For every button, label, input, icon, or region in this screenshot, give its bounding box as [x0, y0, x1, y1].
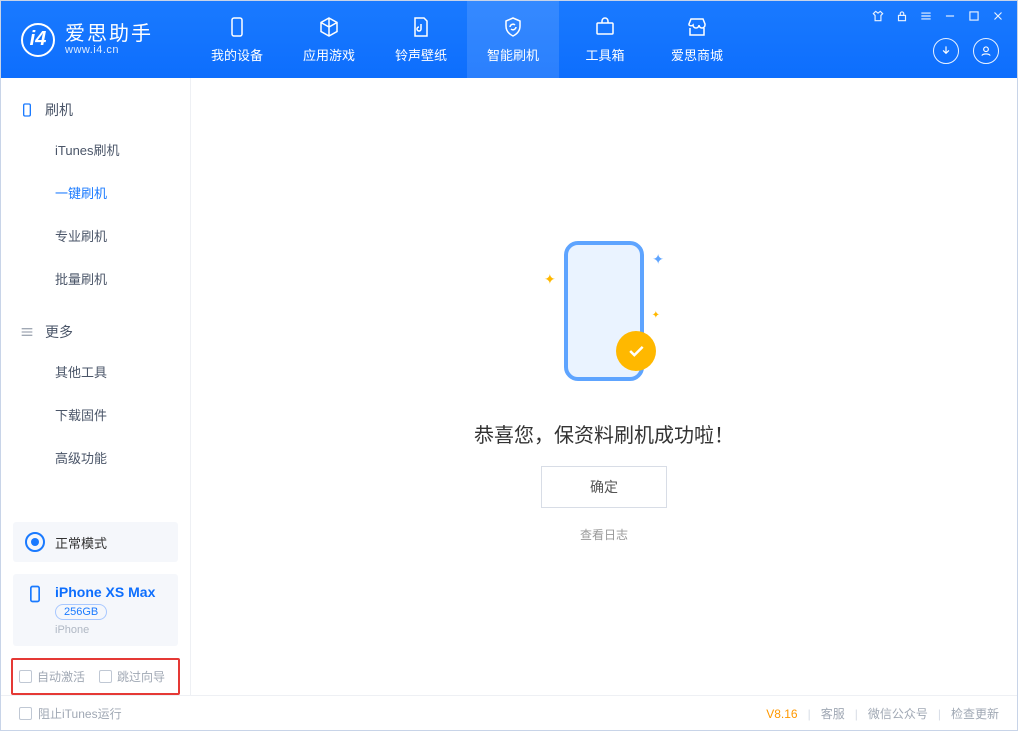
footer-block-itunes[interactable]: 阻止iTunes运行 — [19, 705, 122, 722]
checkbox-label: 跳过向导 — [117, 668, 165, 685]
sidebar: 刷机 iTunes刷机 一键刷机 专业刷机 批量刷机 更多 其他工具 下载固件 … — [1, 78, 191, 695]
mode-label: 正常模式 — [55, 533, 107, 552]
sidebar-section-flash: 刷机 iTunes刷机 一键刷机 专业刷机 批量刷机 — [1, 78, 190, 300]
footer-support-link[interactable]: 客服 — [821, 705, 845, 722]
sidebar-item-batch-flash[interactable]: 批量刷机 — [1, 257, 190, 300]
footer-label: 阻止iTunes运行 — [38, 705, 122, 722]
ok-button[interactable]: 确定 — [541, 466, 667, 508]
user-button[interactable] — [973, 38, 999, 64]
checkbox-auto-activate[interactable]: 自动激活 — [19, 668, 85, 685]
download-button[interactable] — [933, 38, 959, 64]
mode-icon — [25, 532, 45, 552]
sidebar-header-more: 更多 — [1, 314, 190, 350]
tab-label: 智能刷机 — [487, 45, 539, 64]
tab-ringtones[interactable]: 铃声壁纸 — [375, 1, 467, 78]
nav-tabs: 我的设备 应用游戏 铃声壁纸 智能刷机 工具箱 爱思商城 — [191, 1, 743, 78]
footer-update-link[interactable]: 检查更新 — [951, 705, 999, 722]
success-message: 恭喜您，保资料刷机成功啦！ — [474, 419, 734, 448]
music-file-icon — [409, 15, 433, 39]
close-icon[interactable] — [991, 9, 1005, 23]
body: 刷机 iTunes刷机 一键刷机 专业刷机 批量刷机 更多 其他工具 下载固件 … — [1, 78, 1017, 695]
menu-icon[interactable] — [919, 9, 933, 23]
checkbox-icon — [19, 670, 32, 683]
tab-label: 应用游戏 — [303, 45, 355, 64]
app-header: i4 爱思助手 www.i4.cn 我的设备 应用游戏 铃声壁纸 智能刷机 工具… — [1, 1, 1017, 78]
version-label: V8.16 — [766, 707, 797, 721]
user-icon — [979, 44, 993, 58]
device-storage: 256GB — [55, 604, 107, 620]
phone-icon — [225, 15, 249, 39]
section-title: 更多 — [45, 322, 73, 342]
app-title: 爱思助手 — [65, 24, 153, 44]
shirt-icon[interactable] — [871, 9, 885, 23]
device-name: iPhone XS Max — [55, 584, 155, 600]
sidebar-item-other-tools[interactable]: 其他工具 — [1, 350, 190, 393]
header-actions — [933, 38, 999, 64]
main-content: ✦ ✦ ✦ 恭喜您，保资料刷机成功啦！ 确定 查看日志 — [191, 78, 1017, 695]
sidebar-item-oneclick-flash[interactable]: 一键刷机 — [1, 171, 190, 214]
device-icon — [19, 102, 35, 118]
store-icon — [685, 15, 709, 39]
checkbox-icon — [19, 707, 32, 720]
tab-label: 我的设备 — [211, 45, 263, 64]
tab-label: 铃声壁纸 — [395, 45, 447, 64]
checkbox-icon — [99, 670, 112, 683]
logo-icon: i4 — [21, 23, 55, 57]
sidebar-item-advanced[interactable]: 高级功能 — [1, 436, 190, 479]
check-badge-icon — [616, 331, 656, 371]
footer: 阻止iTunes运行 V8.16 | 客服 | 微信公众号 | 检查更新 — [1, 695, 1017, 731]
mode-box[interactable]: 正常模式 — [13, 522, 178, 562]
sidebar-item-itunes-flash[interactable]: iTunes刷机 — [1, 128, 190, 171]
shield-sync-icon — [501, 15, 525, 39]
window-controls — [871, 9, 1005, 23]
tab-my-device[interactable]: 我的设备 — [191, 1, 283, 78]
footer-wechat-link[interactable]: 微信公众号 — [868, 705, 928, 722]
logo-area: i4 爱思助手 www.i4.cn — [1, 23, 191, 57]
download-icon — [939, 44, 953, 58]
sidebar-section-more: 更多 其他工具 下载固件 高级功能 — [1, 300, 190, 479]
cube-icon — [317, 15, 341, 39]
list-icon — [19, 324, 35, 340]
device-box[interactable]: iPhone XS Max 256GB iPhone — [13, 574, 178, 646]
checkbox-label: 自动激活 — [37, 668, 85, 685]
tab-toolbox[interactable]: 工具箱 — [559, 1, 651, 78]
tab-store[interactable]: 爱思商城 — [651, 1, 743, 78]
view-log-link[interactable]: 查看日志 — [580, 526, 628, 543]
sidebar-item-download-firmware[interactable]: 下载固件 — [1, 393, 190, 436]
minimize-icon[interactable] — [943, 9, 957, 23]
options-highlighted-row: 自动激活 跳过向导 — [11, 658, 180, 695]
app-subtitle: www.i4.cn — [65, 44, 153, 56]
checkbox-skip-guide[interactable]: 跳过向导 — [99, 668, 165, 685]
tab-apps[interactable]: 应用游戏 — [283, 1, 375, 78]
phone-outline-icon — [25, 584, 45, 604]
success-illustration: ✦ ✦ ✦ — [544, 231, 664, 401]
sidebar-header-flash: 刷机 — [1, 92, 190, 128]
lock-icon[interactable] — [895, 9, 909, 23]
tab-flash[interactable]: 智能刷机 — [467, 1, 559, 78]
section-title: 刷机 — [45, 100, 73, 120]
tab-label: 工具箱 — [585, 45, 624, 64]
tab-label: 爱思商城 — [671, 45, 723, 64]
sidebar-item-pro-flash[interactable]: 专业刷机 — [1, 214, 190, 257]
device-type: iPhone — [55, 624, 155, 636]
toolbox-icon — [593, 15, 617, 39]
maximize-icon[interactable] — [967, 9, 981, 23]
